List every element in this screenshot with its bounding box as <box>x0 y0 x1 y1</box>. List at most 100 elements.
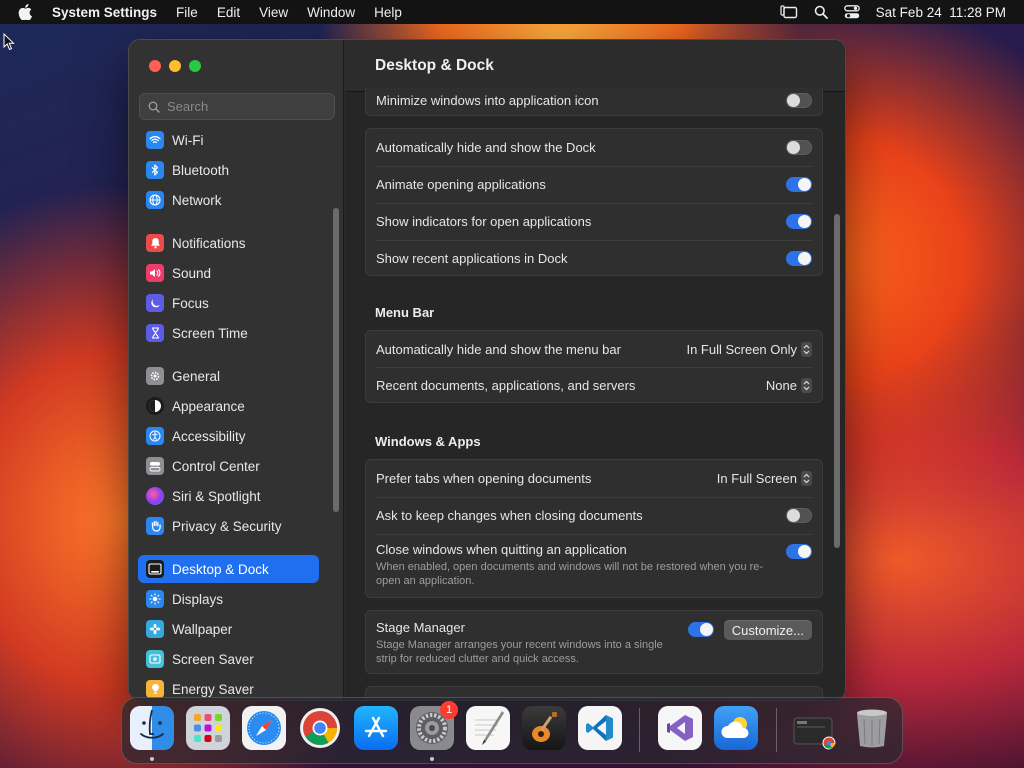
autohide-menubar-row: Automatically hide and show the menu bar… <box>366 331 822 367</box>
apple-menu-icon[interactable] <box>18 4 34 20</box>
bell-icon <box>146 234 164 252</box>
menu-view[interactable]: View <box>259 5 288 20</box>
sidebar-item-network[interactable]: Network <box>138 186 319 214</box>
content-scrollbar[interactable] <box>834 214 840 548</box>
menu-file[interactable]: File <box>176 5 198 20</box>
trash-icon[interactable] <box>850 706 894 750</box>
sidebar-item-label: Notifications <box>172 235 246 251</box>
dock-group-top: Minimize windows into application icon <box>365 88 823 116</box>
autohide-menubar-label: Automatically hide and show the menu bar <box>376 341 621 357</box>
control-center-icon <box>146 457 164 475</box>
minimize-row: Minimize windows into application icon <box>366 88 822 112</box>
downloads-stack-icon[interactable] <box>792 706 836 750</box>
sidebar-search[interactable] <box>139 93 335 120</box>
indicators-toggle[interactable] <box>786 214 812 229</box>
sidebar-item-wallpaper[interactable]: Wallpaper <box>138 615 319 643</box>
chevron-updown-icon <box>801 471 812 486</box>
sidebar-item-label: Bluetooth <box>172 162 230 178</box>
control-center-menu-icon[interactable] <box>843 5 860 19</box>
keep-changes-toggle[interactable] <box>786 508 812 523</box>
sidebar-item-label: Displays <box>172 591 224 607</box>
sidebar-item-bluetooth[interactable]: Bluetooth <box>138 156 319 184</box>
mouse-cursor-icon <box>3 33 15 51</box>
animate-apps-toggle[interactable] <box>786 177 812 192</box>
garageband-icon[interactable] <box>522 706 566 750</box>
recent-apps-label: Show recent applications in Dock <box>376 251 568 266</box>
finder-icon[interactable] <box>130 706 174 750</box>
dock: 1 <box>121 697 903 764</box>
sidebar-item-label: Siri & Spotlight <box>172 488 261 504</box>
sidebar-item-displays[interactable]: Displays <box>138 585 319 613</box>
prefer-tabs-value: In Full Screen <box>716 471 797 486</box>
vscode-icon[interactable] <box>578 706 622 750</box>
sidebar-item-general[interactable]: General <box>138 362 319 390</box>
sidebar-item-siri-spotlight[interactable]: Siri & Spotlight <box>138 482 319 510</box>
spotlight-search-icon[interactable] <box>814 5 828 19</box>
gear-icon <box>146 367 164 385</box>
customize-button[interactable]: Customize... <box>723 620 812 640</box>
sidebar-item-screen-saver[interactable]: Screen Saver <box>138 645 319 673</box>
sidebar-item-notifications[interactable]: Notifications <box>138 229 319 257</box>
sidebar-item-label: Sound <box>172 265 212 281</box>
dock-separator <box>776 708 777 752</box>
zoom-window-button[interactable] <box>189 60 201 72</box>
sidebar-item-control-center[interactable]: Control Center <box>138 452 319 480</box>
windows-apps-section-title: Windows & Apps <box>375 434 481 449</box>
sidebar-item-accessibility[interactable]: Accessibility <box>138 422 319 450</box>
stage-manager-row: Stage Manager Stage Manager arranges you… <box>366 620 822 668</box>
siri-icon <box>146 487 164 505</box>
sidebar-item-label: Screen Time <box>172 325 248 341</box>
weather-icon[interactable] <box>714 706 758 750</box>
app-store-icon[interactable] <box>354 706 398 750</box>
search-input[interactable] <box>167 99 327 114</box>
recent-apps-toggle[interactable] <box>786 251 812 266</box>
sidebar-item-label: Focus <box>172 295 209 311</box>
sidebar-item-focus[interactable]: Focus <box>138 289 319 317</box>
launchpad-icon[interactable] <box>186 706 230 750</box>
chevron-updown-icon <box>801 341 812 357</box>
sidebar-item-wifi[interactable]: Wi-Fi <box>138 128 319 154</box>
recent-docs-popup[interactable]: None <box>766 378 812 393</box>
sidebar-item-label: General <box>172 368 221 384</box>
prefer-tabs-popup[interactable]: In Full Screen <box>717 471 812 486</box>
safari-icon[interactable] <box>242 706 286 750</box>
close-windows-toggle[interactable] <box>786 544 812 559</box>
minimize-toggle[interactable] <box>786 92 812 108</box>
speaker-icon <box>146 264 164 282</box>
stage-manager-menu-icon[interactable] <box>780 5 798 19</box>
indicators-label: Show indicators for open applications <box>376 214 592 229</box>
sidebar-item-label: Desktop & Dock <box>172 561 269 577</box>
menu-app-name[interactable]: System Settings <box>52 5 157 20</box>
sidebar-scrollbar[interactable] <box>333 208 339 512</box>
network-globe-icon <box>146 191 164 209</box>
close-window-button[interactable] <box>149 60 161 72</box>
sidebar-item-screen-time[interactable]: Screen Time <box>138 319 319 347</box>
sidebar-item-desktop-dock[interactable]: Desktop & Dock <box>138 555 319 583</box>
sidebar-item-sound[interactable]: Sound <box>138 259 319 287</box>
prefer-tabs-label: Prefer tabs when opening documents <box>376 471 592 486</box>
textedit-icon[interactable] <box>466 706 510 750</box>
visual-studio-icon[interactable] <box>658 706 702 750</box>
stage-manager-toggle[interactable] <box>687 622 714 637</box>
autohide-dock-toggle[interactable] <box>786 140 812 155</box>
page-title: Desktop & Dock <box>375 57 494 74</box>
keep-changes-label: Ask to keep changes when closing documen… <box>376 508 643 523</box>
desktop-dock-icon <box>146 560 164 578</box>
stage-manager-description: Stage Manager arranges your recent windo… <box>376 639 663 665</box>
minimize-label: Minimize windows into application icon <box>376 92 599 108</box>
search-icon <box>148 101 160 113</box>
flower-icon <box>146 620 164 638</box>
notification-badge: 1 <box>440 701 458 719</box>
sidebar-item-appearance[interactable]: Appearance <box>138 392 319 420</box>
autohide-menubar-popup[interactable]: In Full Screen Only <box>686 341 812 357</box>
indicators-row: Show indicators for open applications <box>366 203 822 240</box>
autohide-menubar-value: In Full Screen Only <box>686 341 797 357</box>
menu-help[interactable]: Help <box>374 5 402 20</box>
menu-edit[interactable]: Edit <box>217 5 240 20</box>
sidebar-item-privacy-security[interactable]: Privacy & Security <box>138 512 319 540</box>
menu-window[interactable]: Window <box>307 5 355 20</box>
minimize-window-button[interactable] <box>169 60 181 72</box>
menu-clock[interactable]: Sat Feb 24 11:28 PM <box>876 5 1006 20</box>
animate-apps-label: Animate opening applications <box>376 177 546 192</box>
chrome-icon[interactable] <box>298 706 342 750</box>
